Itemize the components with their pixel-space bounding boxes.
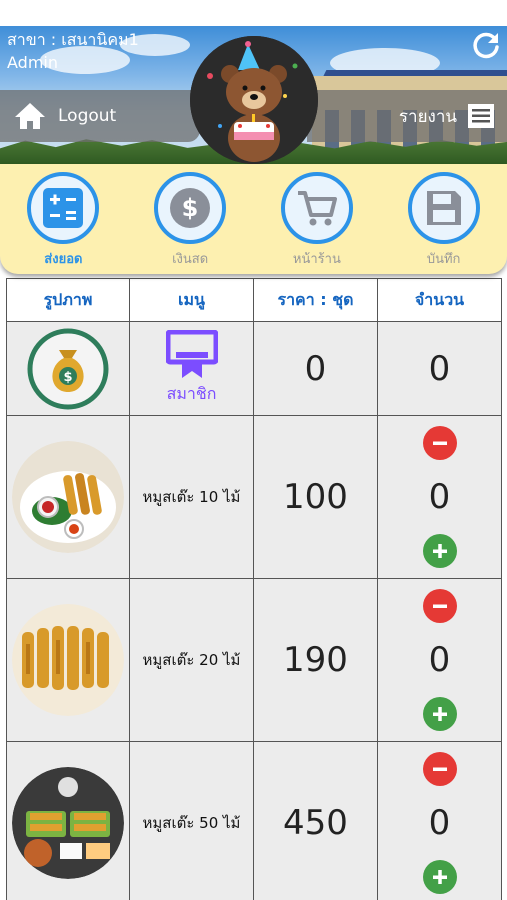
member-qty: 0 bbox=[428, 348, 451, 389]
table-cell bbox=[6, 742, 130, 900]
action-circle bbox=[27, 172, 100, 244]
table-cell: $ bbox=[6, 322, 130, 415]
member-card-icon bbox=[165, 330, 218, 378]
item-qty: 0 bbox=[428, 477, 451, 517]
header-banner: สาขา : เสนานิคม1 Admin Logout รายงาน bbox=[0, 26, 507, 164]
plus-icon bbox=[432, 544, 447, 558]
table-cell bbox=[6, 579, 130, 741]
refresh-icon[interactable] bbox=[471, 30, 501, 60]
svg-text:$: $ bbox=[182, 194, 199, 222]
item-name: หมูสเต๊ะ 20 ไม้ bbox=[142, 651, 241, 669]
logout-label: Logout bbox=[58, 106, 117, 126]
action-circle bbox=[280, 172, 353, 244]
cart-icon bbox=[297, 191, 337, 226]
decrease-qty-button[interactable] bbox=[422, 752, 457, 786]
member-price: 0 bbox=[304, 348, 327, 389]
item-price: 190 bbox=[283, 640, 348, 680]
cash-button[interactable]: $ เงินสด bbox=[127, 164, 254, 274]
table-row: หมูสเต๊ะ 10 ไม้ 100 0 bbox=[6, 416, 502, 579]
branch-label: สาขา : เสนานิคม1 bbox=[7, 30, 139, 49]
item-qty: 0 bbox=[428, 803, 451, 843]
table-cell: หมูสเต๊ะ 50 ไม้ bbox=[130, 742, 254, 900]
action-circle: $ bbox=[154, 172, 227, 244]
item-qty: 0 bbox=[428, 640, 451, 680]
report-button[interactable]: รายงาน bbox=[307, 90, 507, 142]
send-total-button[interactable]: ส่งยอด bbox=[0, 164, 127, 274]
minus-icon bbox=[432, 767, 447, 771]
column-header: ราคา : ชุด bbox=[254, 279, 378, 321]
member-label: สมาชิก bbox=[166, 384, 217, 403]
money-bag-icon: $ bbox=[27, 328, 109, 409]
column-header: เมนู bbox=[130, 279, 254, 321]
column-header: รูปภาพ bbox=[6, 279, 130, 321]
plus-icon bbox=[432, 870, 447, 884]
storefront-button[interactable]: หน้าร้าน bbox=[254, 164, 381, 274]
table-row: หมูสเต๊ะ 50 ไม้ 450 0 bbox=[6, 742, 502, 900]
status-bar bbox=[0, 0, 507, 26]
table-cell: 0 bbox=[378, 416, 502, 578]
report-label: รายงาน bbox=[398, 106, 457, 127]
send-total-label: ส่งยอด bbox=[44, 252, 83, 267]
svg-text:$: $ bbox=[63, 370, 72, 385]
save-button[interactable]: บันทึก bbox=[380, 164, 507, 274]
report-list-icon bbox=[468, 104, 494, 128]
item-price: 450 bbox=[283, 803, 348, 843]
table-cell: 0 bbox=[378, 742, 502, 900]
table-cell: 450 bbox=[254, 742, 378, 900]
member-row[interactable]: $ สมาชิก 0 0 bbox=[6, 322, 502, 416]
table-cell: 190 bbox=[254, 579, 378, 741]
table-cell: สมาชิก bbox=[130, 322, 254, 415]
avatar bbox=[190, 36, 318, 164]
table-cell: 0 bbox=[378, 579, 502, 741]
storefront-label: หน้าร้าน bbox=[292, 252, 341, 267]
item-name: หมูสเต๊ะ 50 ไม้ bbox=[142, 814, 241, 832]
minus-icon bbox=[432, 441, 447, 445]
plus-icon bbox=[432, 707, 447, 721]
table-cell bbox=[6, 416, 130, 578]
item-name: หมูสเต๊ะ 10 ไม้ bbox=[142, 488, 241, 506]
cash-label: เงินสด bbox=[172, 252, 209, 267]
floppy-save-icon bbox=[426, 191, 461, 225]
table-cell: 0 bbox=[378, 322, 502, 415]
minus-icon bbox=[432, 604, 447, 608]
table-header-row: รูปภาพ เมนู ราคา : ชุด จำนวน bbox=[6, 278, 502, 322]
action-bar: ส่งยอด $ เงินสด หน้าร้าน บันทึก bbox=[0, 164, 507, 274]
user-role-label: Admin bbox=[7, 53, 58, 72]
dollar-coin-icon: $ bbox=[170, 188, 211, 228]
logout-button[interactable]: Logout bbox=[0, 90, 200, 142]
decrease-qty-button[interactable] bbox=[422, 426, 457, 460]
satay-10-image bbox=[12, 441, 124, 553]
column-header: จำนวน bbox=[378, 279, 502, 321]
home-icon bbox=[15, 103, 45, 129]
item-price: 100 bbox=[283, 477, 348, 517]
calculator-icon bbox=[43, 188, 84, 228]
table-cell: หมูสเต๊ะ 20 ไม้ bbox=[130, 579, 254, 741]
save-label: บันทึก bbox=[426, 252, 461, 267]
table-cell: 0 bbox=[254, 322, 378, 415]
increase-qty-button[interactable] bbox=[422, 697, 457, 731]
satay-50-image bbox=[12, 767, 124, 879]
action-circle bbox=[407, 172, 480, 244]
table-cell: หมูสเต๊ะ 10 ไม้ bbox=[130, 416, 254, 578]
table-row: หมูสเต๊ะ 20 ไม้ 190 0 bbox=[6, 579, 502, 742]
table-cell: 100 bbox=[254, 416, 378, 578]
decrease-qty-button[interactable] bbox=[422, 589, 457, 623]
menu-table: รูปภาพ เมนู ราคา : ชุด จำนวน $ สมาชิก 0 bbox=[6, 278, 502, 900]
increase-qty-button[interactable] bbox=[422, 860, 457, 894]
bear-birthday-avatar-icon bbox=[190, 36, 318, 164]
satay-20-image bbox=[12, 604, 124, 716]
increase-qty-button[interactable] bbox=[422, 534, 457, 568]
